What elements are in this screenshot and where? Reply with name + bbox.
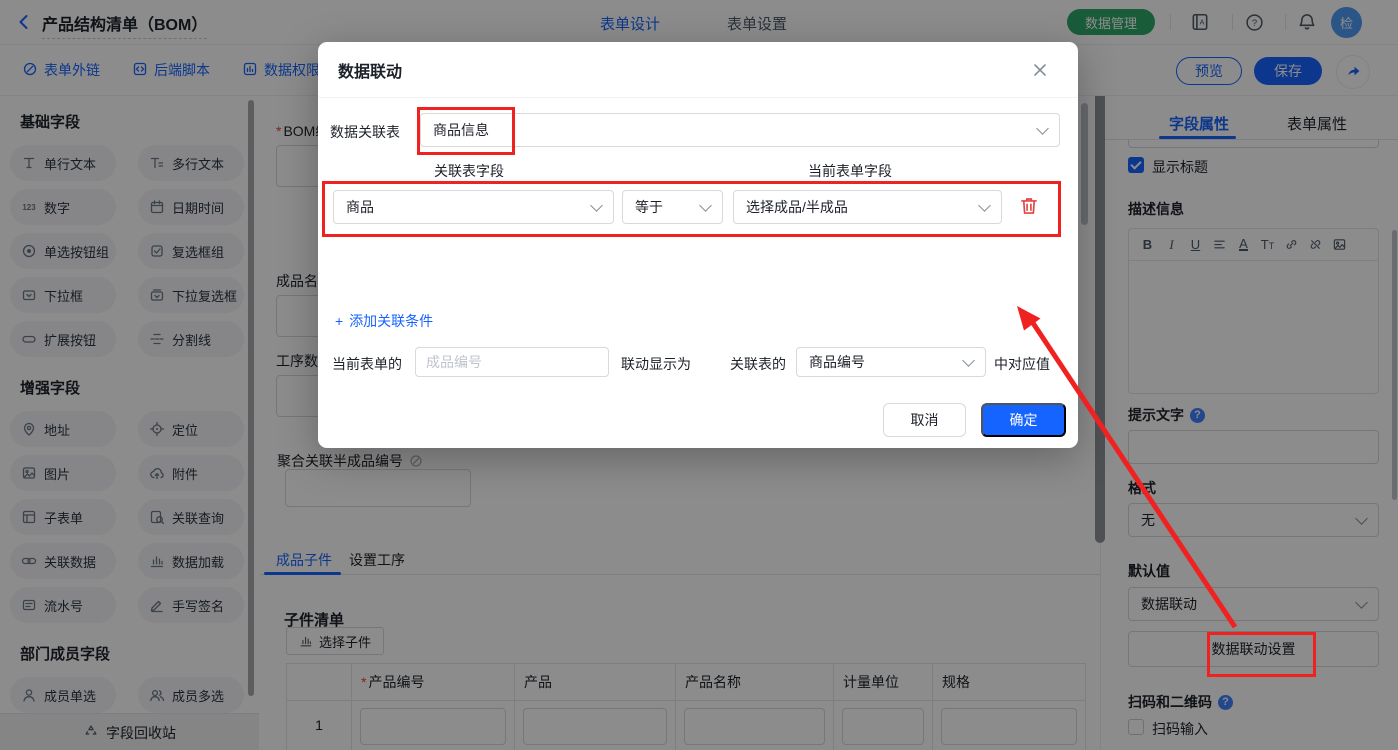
corresponding-value-label: 中对应值 [994, 356, 1050, 372]
display-prefix-label: 当前表单的 [332, 356, 402, 372]
form-field-input[interactable] [415, 347, 609, 377]
link-as-label: 联动显示为 [621, 356, 691, 372]
confirm-button[interactable]: 确定 [981, 403, 1066, 437]
condition-field-select[interactable]: 商品 [333, 190, 614, 224]
data-linkage-modal: 数据联动 数据关联表 商品信息 关联表字段 当前表单字段 商品 等于 选择成品/… [318, 42, 1078, 448]
plus-icon: + [335, 313, 344, 329]
of-table-label: 关联表的 [730, 356, 786, 372]
link-table-field-select[interactable]: 商品编号 [796, 347, 986, 377]
divider [318, 97, 1078, 98]
chevron-down-icon [590, 199, 603, 212]
column-header-link-field: 关联表字段 [434, 163, 504, 179]
cancel-button[interactable]: 取消 [883, 403, 966, 437]
chevron-down-icon [962, 354, 975, 367]
link-table-label: 数据关联表 [330, 124, 400, 140]
modal-title: 数据联动 [338, 64, 403, 81]
chevron-down-icon [699, 199, 712, 212]
column-header-form-field: 当前表单字段 [808, 163, 892, 179]
add-condition-link[interactable]: + 添加关联条件 [335, 311, 433, 331]
chevron-down-icon [978, 199, 991, 212]
condition-operator-select[interactable]: 等于 [622, 190, 723, 224]
link-table-select[interactable]: 商品信息 [420, 113, 1060, 147]
close-icon[interactable] [1030, 60, 1050, 80]
delete-condition-icon[interactable] [1018, 195, 1040, 217]
form-designer-app: 产品结构清单（BOM） 表单设计 表单设置 数据管理 A ? 检 表单外链 后端脚… [0, 0, 1398, 750]
chevron-down-icon [1036, 122, 1049, 135]
condition-form-field-select[interactable]: 选择成品/半成品 [733, 190, 1002, 224]
